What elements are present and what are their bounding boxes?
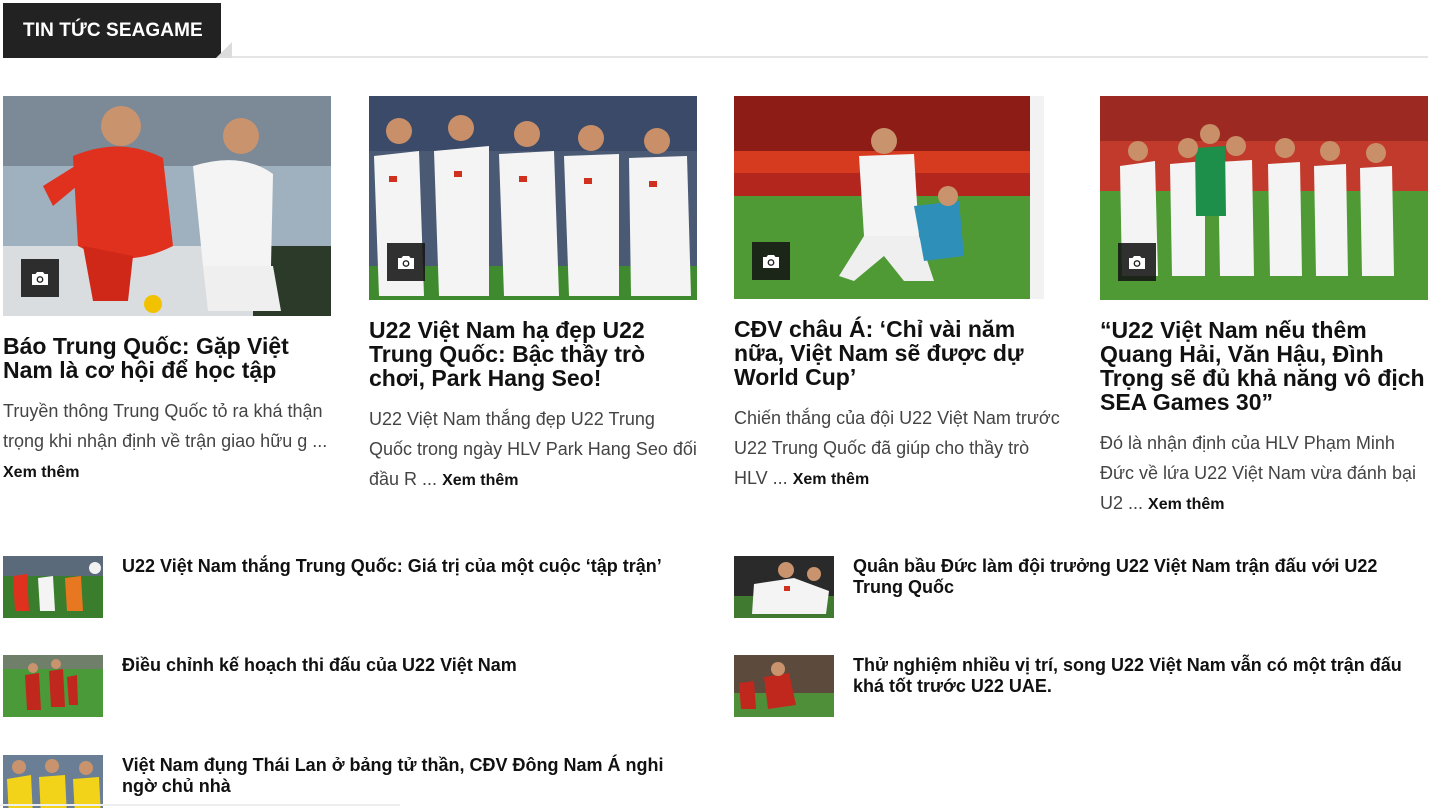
featured-title[interactable]: CĐV châu Á: ‘Chỉ vài năm nữa, Việt Nam s… [734, 317, 1062, 389]
list-thumbnail[interactable] [3, 755, 103, 808]
list-thumbnail[interactable] [3, 655, 103, 717]
featured-image[interactable] [734, 96, 1062, 299]
featured-excerpt: Truyền thông Trung Quốc tỏ ra khá thận t… [3, 396, 331, 488]
featured-title[interactable]: Báo Trung Quốc: Gặp Việt Nam là cơ hội đ… [3, 334, 331, 382]
gallery-button[interactable] [387, 243, 425, 281]
bottom-divider [0, 804, 400, 806]
list-item[interactable]: Việt Nam đụng Thái Lan ở bảng tử thần, C… [3, 755, 703, 808]
gallery-button[interactable] [752, 242, 790, 280]
list-title[interactable]: Điều chỉnh kế hoạch thi đấu của U22 Việt… [122, 655, 702, 676]
thumb-match-action [3, 556, 103, 618]
thumb-team-yellow-kit [3, 755, 103, 808]
thumb-captain-players [734, 556, 834, 618]
list-item[interactable]: U22 Việt Nam thắng Trung Quốc: Giá trị c… [3, 556, 703, 618]
camera-icon [1129, 255, 1145, 269]
list-title[interactable]: U22 Việt Nam thắng Trung Quốc: Giá trị c… [122, 556, 702, 577]
featured-title[interactable]: “U22 Việt Nam nếu thêm Quang Hải, Văn Hậ… [1100, 318, 1428, 414]
section-header: TIN TỨC SEAGAME [3, 3, 1428, 58]
read-more-link[interactable]: Xem thêm [1148, 496, 1224, 513]
featured-image[interactable] [1100, 96, 1428, 300]
read-more-link[interactable]: Xem thêm [3, 464, 79, 481]
excerpt-text: Chiến thắng của đội U22 Việt Nam trước U… [734, 408, 1060, 488]
featured-card[interactable]: “U22 Việt Nam nếu thêm Quang Hải, Văn Hậ… [1100, 96, 1428, 520]
list-item[interactable]: Thử nghiệm nhiều vị trí, song U22 Việt N… [734, 655, 1434, 717]
list-thumbnail[interactable] [3, 556, 103, 618]
section-title: TIN TỨC SEAGAME [3, 3, 221, 58]
camera-icon [398, 255, 414, 269]
featured-card[interactable]: CĐV châu Á: ‘Chỉ vài năm nữa, Việt Nam s… [734, 96, 1062, 495]
list-thumbnail[interactable] [734, 655, 834, 717]
header-fold-decoration [216, 42, 232, 58]
list-title[interactable]: Việt Nam đụng Thái Lan ở bảng tử thần, C… [122, 755, 692, 797]
excerpt-text: U22 Việt Nam thắng đẹp U22 Trung Quốc tr… [369, 409, 697, 489]
camera-icon [763, 254, 779, 268]
excerpt-text: Truyền thông Trung Quốc tỏ ra khá thận t… [3, 401, 328, 451]
list-thumbnail[interactable] [734, 556, 834, 618]
featured-excerpt: Chiến thắng của đội U22 Việt Nam trước U… [734, 403, 1062, 495]
read-more-link[interactable]: Xem thêm [793, 471, 869, 488]
featured-image[interactable] [369, 96, 697, 300]
gallery-button[interactable] [21, 259, 59, 297]
featured-image[interactable] [3, 96, 331, 316]
featured-card[interactable]: Báo Trung Quốc: Gặp Việt Nam là cơ hội đ… [3, 96, 331, 488]
thumb-running-player [734, 655, 834, 717]
gallery-button[interactable] [1118, 243, 1156, 281]
featured-card[interactable]: U22 Việt Nam hạ đẹp U22 Trung Quốc: Bậc … [369, 96, 697, 496]
camera-icon [32, 271, 48, 285]
thumb-players-on-pitch [3, 655, 103, 717]
featured-title[interactable]: U22 Việt Nam hạ đẹp U22 Trung Quốc: Bậc … [369, 318, 697, 390]
list-title[interactable]: Thử nghiệm nhiều vị trí, song U22 Việt N… [853, 655, 1428, 697]
read-more-link[interactable]: Xem thêm [442, 472, 518, 489]
list-title[interactable]: Quân bầu Đức làm đội trưởng U22 Việt Nam… [853, 556, 1413, 598]
featured-excerpt: U22 Việt Nam thắng đẹp U22 Trung Quốc tr… [369, 404, 697, 496]
list-item[interactable]: Điều chỉnh kế hoạch thi đấu của U22 Việt… [3, 655, 703, 717]
featured-excerpt: Đó là nhận định của HLV Phạm Minh Đức về… [1100, 428, 1428, 520]
list-item[interactable]: Quân bầu Đức làm đội trưởng U22 Việt Nam… [734, 556, 1434, 618]
